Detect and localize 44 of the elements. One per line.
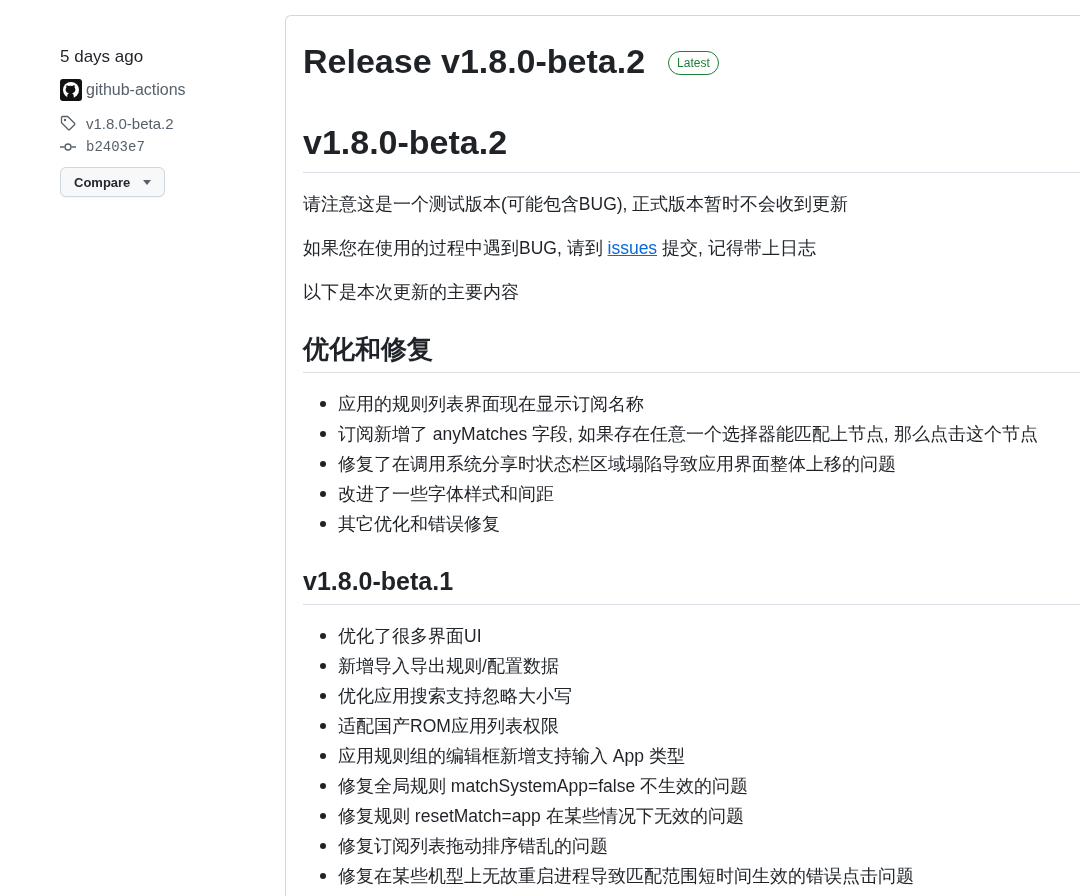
commit-link[interactable]: b2403e7 bbox=[86, 139, 145, 155]
compare-button[interactable]: Compare bbox=[60, 167, 165, 197]
list-item: 订阅新增了 anyMatches 字段, 如果存在任意一个选择器能匹配上节点, 那么点击这个节点 bbox=[338, 423, 1038, 446]
list-item: 其它优化和错误修复 bbox=[338, 513, 500, 536]
author-link[interactable]: github-actions bbox=[86, 81, 186, 99]
list-item: 优化应用搜索支持忽略大小写 bbox=[338, 685, 572, 708]
tag-link[interactable]: v1.8.0-beta.2 bbox=[86, 114, 174, 132]
bullet-icon bbox=[320, 723, 326, 729]
bullet-icon bbox=[320, 461, 326, 467]
list-item: 适配国产ROM应用列表权限 bbox=[338, 715, 559, 738]
list-item: 改进了一些字体样式和间距 bbox=[338, 483, 554, 506]
bullet-icon bbox=[320, 491, 326, 497]
release-title: Release v1.8.0-beta.2 bbox=[303, 41, 646, 82]
bullet-icon bbox=[320, 633, 326, 639]
bullet-icon bbox=[320, 843, 326, 849]
paragraph: 以下是本次更新的主要内容 bbox=[303, 281, 520, 304]
bullet-icon bbox=[320, 813, 326, 819]
bullet-icon bbox=[320, 401, 326, 407]
list-item: 修复全局规则 matchSystemApp=false 不生效的问题 bbox=[338, 775, 749, 798]
caret-icon bbox=[143, 179, 151, 185]
list-item: 修复了在调用系统分享时状态栏区域塌陷导致应用界面整体上移的问题 bbox=[338, 453, 896, 476]
bullet-icon bbox=[320, 521, 326, 527]
release-heading: v1.8.0-beta.2 bbox=[303, 121, 1080, 173]
list-item: 修复订阅列表拖动排序错乱的问题 bbox=[338, 835, 608, 858]
paragraph: 如果您在使用的过程中遇到BUG, 请到 issues 提交, 记得带上日志 bbox=[303, 237, 817, 260]
bullet-icon bbox=[320, 693, 326, 699]
bullet-icon bbox=[320, 431, 326, 437]
section-heading: 优化和修复 bbox=[303, 333, 1080, 373]
release-time: 5 days ago bbox=[60, 46, 144, 68]
text-link[interactable]: issues bbox=[607, 238, 658, 258]
list-item: 修复规则 resetMatch=app 在某些情况下无效的问题 bbox=[338, 805, 744, 828]
bullet-icon bbox=[320, 873, 326, 879]
paragraph: 请注意这是一个测试版本(可能包含BUG), 正式版本暂时不会收到更新 bbox=[303, 193, 850, 216]
tag-icon bbox=[60, 115, 76, 131]
version-heading: v1.8.0-beta.1 bbox=[303, 566, 1080, 605]
bullet-icon bbox=[320, 753, 326, 759]
list-item: 应用的规则列表界面现在显示订阅名称 bbox=[338, 393, 644, 416]
list-item: 优化了很多界面UI bbox=[338, 625, 482, 648]
bullet-icon bbox=[320, 663, 326, 669]
avatar-icon bbox=[60, 79, 82, 101]
list-item: 新增导入导出规则/配置数据 bbox=[338, 655, 559, 678]
list-item: 应用规则组的编辑框新增支持输入 App 类型 bbox=[338, 745, 685, 768]
bullet-icon bbox=[320, 783, 326, 789]
list-item: 修复在某些机型上无故重启进程导致匹配范围短时间生效的错误点击问题 bbox=[338, 865, 914, 888]
